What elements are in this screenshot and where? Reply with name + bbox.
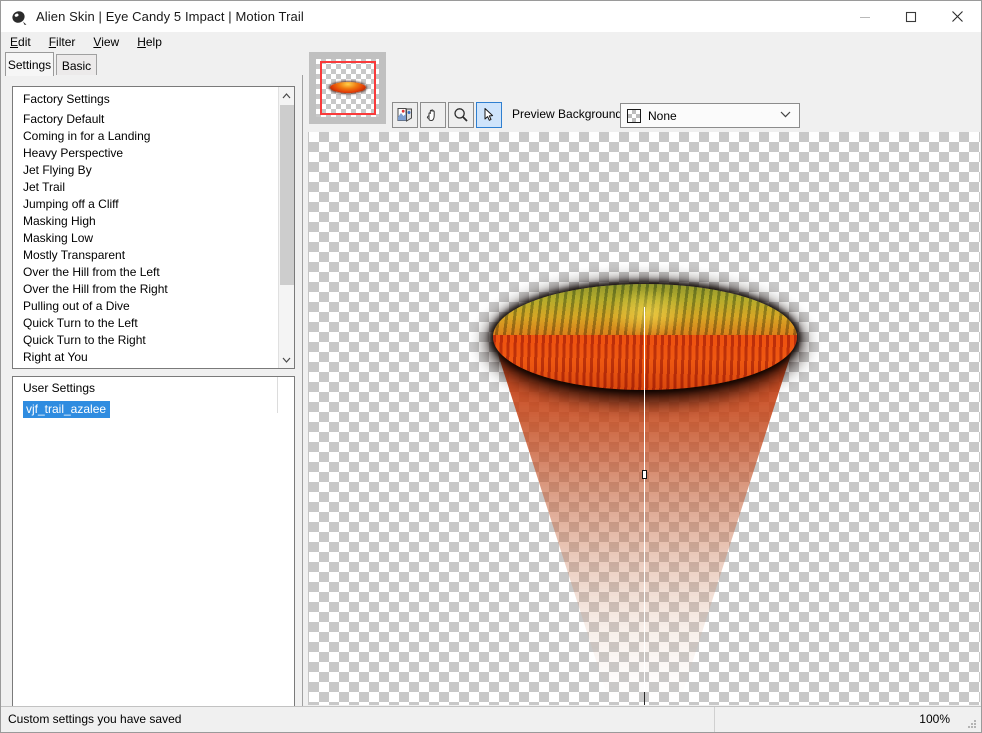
textured-disc-image xyxy=(492,284,797,390)
window-title: Alien Skin | Eye Candy 5 Impact | Motion… xyxy=(36,9,304,24)
preview-background-select[interactable]: None xyxy=(620,103,800,128)
menu-bar: Edit Filter View Help xyxy=(1,32,981,52)
preview-toggle-tool[interactable] xyxy=(392,102,418,128)
trail-length-handle[interactable] xyxy=(641,470,647,479)
status-bar: Custom settings you have saved 100% xyxy=(1,706,981,732)
menu-item-view-rest: iew xyxy=(101,35,120,49)
user-settings-label: User Settings xyxy=(23,381,96,395)
preview-panel: Preview Background: None OK Cancel xyxy=(304,52,981,707)
preset-item[interactable]: Right at You xyxy=(13,349,278,366)
menu-item-filter[interactable]: Filter xyxy=(49,35,76,49)
preset-item[interactable]: Mostly Transparent xyxy=(13,247,278,264)
preview-canvas[interactable] xyxy=(308,132,980,705)
arrow-pointer-icon[interactable] xyxy=(476,102,502,128)
disc-bottom-texture xyxy=(492,334,797,390)
factory-presets-list: Factory Settings Factory Default Coming in… xyxy=(13,87,278,368)
menu-item-view[interactable]: View xyxy=(93,35,119,49)
menu-item-help-rest: elp xyxy=(145,35,162,49)
preset-item[interactable]: Over the Hill from the Left xyxy=(13,264,278,281)
motion-trail-effect xyxy=(497,352,792,705)
close-button[interactable] xyxy=(934,1,981,32)
chevron-down-icon[interactable] xyxy=(780,109,791,121)
preview-toolbar: Preview Background: None xyxy=(388,102,978,130)
disc-highlight xyxy=(608,288,688,337)
application-window: Alien Skin | Eye Candy 5 Impact | Motion… xyxy=(0,0,982,733)
minimize-button[interactable] xyxy=(842,1,888,32)
menu-item-edit-rest: dit xyxy=(18,35,31,49)
preset-item[interactable]: Heavy Perspective xyxy=(13,145,278,162)
menu-item-edit[interactable]: Edit xyxy=(10,35,31,49)
preset-item[interactable]: Factory Default xyxy=(13,111,278,128)
preview-background-value: None xyxy=(648,108,677,123)
user-setting-item[interactable]: vjf_trail_azalee xyxy=(23,401,111,418)
zoom-tool[interactable] xyxy=(448,102,474,128)
trail-direction-line-lower[interactable] xyxy=(643,692,645,705)
tab-settings[interactable]: Settings xyxy=(5,52,54,76)
hand-tool[interactable] xyxy=(420,102,446,128)
preset-item[interactable]: Jet Flying By xyxy=(13,162,278,179)
user-settings-divider xyxy=(277,377,278,413)
maximize-button[interactable] xyxy=(888,1,934,32)
preset-item[interactable]: Pulling out of a Dive xyxy=(13,298,278,315)
alien-head-icon xyxy=(9,7,29,27)
preset-item[interactable]: Masking Low xyxy=(13,230,278,247)
navigator-viewport-rect[interactable] xyxy=(320,61,376,115)
tab-strip: Settings Basic xyxy=(1,52,303,76)
status-separator xyxy=(714,707,715,732)
status-message: Custom settings you have saved xyxy=(8,712,182,726)
preset-item[interactable]: Coming in for a Landing xyxy=(13,128,278,145)
preset-item[interactable]: Over the Hill from the Right xyxy=(13,281,278,298)
user-settings-listbox[interactable]: User Settings vjf_trail_azalee xyxy=(12,376,295,726)
title-bar: Alien Skin | Eye Candy 5 Impact | Motion… xyxy=(1,1,981,32)
preset-item[interactable]: Quick Turn to the Right xyxy=(13,332,278,349)
menu-item-filter-rest: ilter xyxy=(56,35,76,49)
trail-direction-line[interactable] xyxy=(643,307,645,705)
menu-item-help[interactable]: Help xyxy=(137,35,162,49)
preview-background-label: Preview Background: xyxy=(512,107,626,121)
chevron-up-icon[interactable] xyxy=(279,87,294,104)
navigator-thumbnail[interactable] xyxy=(309,52,386,124)
checkerboard-swatch-icon xyxy=(627,108,641,123)
factory-presets-listbox[interactable]: Factory Settings Factory Default Coming in… xyxy=(12,86,295,369)
zoom-level: 100% xyxy=(919,712,950,726)
preset-group-header: Factory Settings xyxy=(23,92,110,106)
window-controls xyxy=(842,1,981,32)
settings-panel: Factory Settings Factory Default Coming in… xyxy=(1,75,303,726)
preset-item[interactable]: Jet Trail xyxy=(13,179,278,196)
presets-scrollbar[interactable] xyxy=(278,87,294,368)
presets-scrollbar-thumb[interactable] xyxy=(280,105,294,285)
preset-item[interactable]: Jumping off a Cliff xyxy=(13,196,278,213)
tab-basic[interactable]: Basic xyxy=(56,54,97,76)
resize-grip-icon[interactable] xyxy=(965,717,977,729)
preset-item[interactable]: Quick Turn to the Left xyxy=(13,315,278,332)
preset-item[interactable]: Masking High xyxy=(13,213,278,230)
chevron-down-icon[interactable] xyxy=(279,351,294,368)
